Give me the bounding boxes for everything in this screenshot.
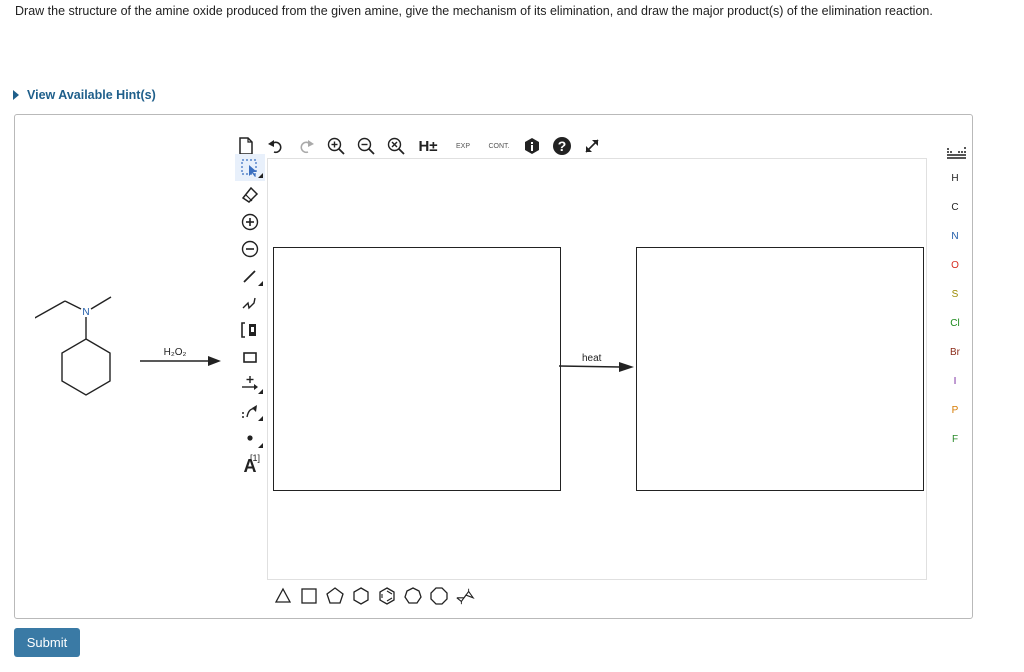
undo-icon — [268, 140, 282, 154]
view-hints-link[interactable]: View Available Hint(s) — [13, 88, 156, 102]
reagent-label: H₂O₂ — [164, 347, 187, 358]
atom-button-n[interactable]: N — [940, 222, 970, 251]
zoom-out-icon — [357, 137, 375, 155]
chemical-sketcher: H± EXP CONT. ? A [1] heat H C N O S Cl B… — [235, 124, 973, 614]
hexagon-ring-icon — [353, 587, 369, 605]
zoom-out-button[interactable] — [355, 135, 377, 157]
chair-cyclohexane-button[interactable] — [455, 586, 475, 606]
undo-button[interactable] — [265, 135, 287, 157]
elimination-product-answer-box[interactable] — [636, 247, 924, 491]
single-bond-icon — [243, 269, 256, 283]
fullscreen-icon — [585, 139, 599, 153]
fullscreen-button[interactable] — [581, 135, 603, 157]
rectangle-icon — [243, 351, 257, 363]
cyclooctane-button[interactable] — [429, 586, 449, 606]
atom-button-c[interactable]: C — [940, 193, 970, 222]
negative-charge-button[interactable] — [235, 235, 265, 262]
atom-label-tool-button[interactable]: A [1] — [235, 451, 265, 481]
octagon-ring-icon — [430, 587, 448, 605]
view-hints-label: View Available Hint(s) — [27, 88, 156, 102]
contract-button[interactable]: CONT. — [485, 135, 513, 157]
triangle-ring-icon — [274, 587, 292, 603]
expand-triangle-icon — [13, 90, 19, 100]
cycloheptane-button[interactable] — [403, 586, 423, 606]
reaction-arrow-tool-button[interactable] — [235, 370, 265, 397]
plus-charge-icon — [241, 213, 259, 230]
chain-icon — [242, 297, 256, 309]
positive-charge-button[interactable] — [235, 208, 265, 235]
chain-tool-button[interactable] — [235, 289, 265, 316]
help-button[interactable]: ? — [551, 135, 573, 157]
atom-button-p[interactable]: P — [940, 396, 970, 425]
amine-oxide-answer-box[interactable] — [273, 247, 561, 491]
radical-dot-icon — [247, 434, 253, 441]
square-ring-icon — [301, 588, 317, 604]
chair-conformation-icon — [456, 588, 475, 605]
periodic-table-icon[interactable] — [947, 146, 967, 160]
cyclobutane-button[interactable] — [299, 586, 319, 606]
cyclohexane-button[interactable] — [351, 586, 371, 606]
ring-palette — [273, 586, 475, 606]
left-toolbar: A [1] — [235, 154, 265, 481]
redo-icon — [300, 140, 314, 154]
lasso-select-icon — [241, 158, 257, 177]
heptagon-ring-icon — [404, 587, 422, 604]
cont-label: CONT. — [488, 142, 510, 150]
hydrogen-label: H± — [418, 137, 438, 155]
atom-button-cl[interactable]: Cl — [940, 309, 970, 338]
expand-button[interactable]: EXP — [449, 135, 477, 157]
zoom-reset-button[interactable] — [385, 135, 407, 157]
document-icon — [239, 137, 253, 155]
redo-button[interactable] — [295, 135, 317, 157]
zoom-reset-icon — [387, 137, 405, 155]
cyclopropane-button[interactable] — [273, 586, 293, 606]
info-button[interactable] — [521, 135, 543, 157]
curved-arrow-tool-button[interactable] — [235, 397, 265, 424]
eraser-icon — [241, 186, 259, 203]
curved-arrow-icon — [242, 404, 257, 418]
pentagon-ring-icon — [326, 587, 344, 604]
heat-label: heat — [582, 353, 602, 364]
atom-button-br[interactable]: Br — [940, 338, 970, 367]
cyclopentane-button[interactable] — [325, 586, 345, 606]
info-icon — [525, 138, 539, 154]
benzene-ring-icon — [379, 587, 395, 605]
drawing-canvas[interactable]: heat — [267, 158, 927, 580]
label-index-text: [1] — [250, 453, 261, 463]
top-toolbar: H± EXP CONT. ? — [235, 134, 603, 158]
zoom-in-icon — [327, 137, 345, 155]
select-tool-button[interactable] — [235, 154, 265, 181]
answer-panel: N H₂O₂ H± EXP CONT. ? A [1] heat H C N O… — [14, 114, 973, 619]
question-text: Draw the structure of the amine oxide pr… — [15, 4, 933, 18]
atom-button-h[interactable]: H — [940, 164, 970, 193]
atom-palette: H C N O S Cl Br I P F — [940, 164, 970, 454]
atom-button-s[interactable]: S — [940, 280, 970, 309]
bond-tool-button[interactable] — [235, 262, 265, 289]
help-icon: ? — [553, 137, 571, 155]
atom-button-f[interactable]: F — [940, 425, 970, 454]
exp-label: EXP — [455, 142, 470, 150]
svg-text:?: ? — [558, 138, 567, 154]
radical-tool-button[interactable] — [235, 424, 265, 451]
atom-button-i[interactable]: I — [940, 367, 970, 396]
minus-charge-icon — [241, 240, 259, 257]
eraser-tool-button[interactable] — [235, 181, 265, 208]
benzene-button[interactable] — [377, 586, 397, 606]
atom-button-o[interactable]: O — [940, 251, 970, 280]
zoom-in-button[interactable] — [325, 135, 347, 157]
bracket-icon — [241, 321, 256, 338]
hydrogen-toggle-button[interactable]: H± — [415, 135, 441, 157]
submit-button[interactable]: Submit — [14, 628, 80, 657]
bracket-tool-button[interactable] — [235, 316, 265, 343]
rectangle-tool-button[interactable] — [235, 343, 265, 370]
nitrogen-atom: N — [82, 307, 89, 318]
reactant-structure: N H₂O₂ — [35, 296, 221, 396]
reaction-arrow-icon — [242, 375, 258, 390]
